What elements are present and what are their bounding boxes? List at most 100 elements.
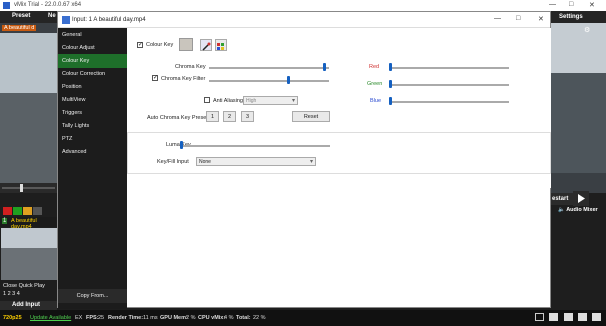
red-label: Red [369,64,380,70]
preset-3-button[interactable]: 3 [241,111,254,122]
anti-aliasing-checkbox[interactable] [204,97,210,103]
input-thumbnail[interactable] [1,228,57,280]
maximize-icon[interactable]: □ [569,1,573,8]
cpu-vmix-label: CPU vMix: [198,315,226,321]
chroma-key-filter-slider[interactable] [209,80,329,82]
preset-button[interactable]: Preset [12,13,30,19]
key-fill-label: Key/Fill Input [157,159,189,165]
colour-chip-grey[interactable] [33,207,42,215]
copy-from-button[interactable]: Copy From... [58,289,127,303]
sidebar-item-multiview[interactable]: MultiView [58,93,127,107]
colour-picker-icon[interactable] [215,39,227,51]
chroma-key-thumb[interactable] [323,63,326,71]
preview-label: A beautiful d [2,25,37,31]
sidebar-item-general[interactable]: General [58,28,127,42]
app-title: vMix Trial - 22.0.0.67 x64 [14,2,82,8]
grid-icon[interactable] [564,313,573,321]
resolution-label: 720p25 [3,315,22,321]
render-time-value: 11 ms [143,315,158,321]
green-slider[interactable] [389,84,509,86]
gear-icon[interactable]: ⚙ [584,26,592,34]
new-button[interactable]: Ne [48,13,56,19]
stream-icon[interactable] [592,313,601,321]
colour-chip-orange[interactable] [23,207,32,215]
dialog-sidebar: General Colour Adjust Colour Key Colour … [58,28,127,309]
preview-right[interactable]: ⚙ [551,23,606,193]
layout-icon[interactable] [578,313,587,321]
dialog-title: Input: 1 A beautiful day.mp4 [72,17,146,23]
record-icon[interactable] [549,313,558,321]
eyedropper-icon[interactable] [200,39,212,51]
quick-numbers[interactable]: 1 2 3 4 [3,291,20,297]
anti-aliasing-dropdown[interactable]: High [243,96,298,105]
dialog-minimize-icon[interactable]: — [494,15,501,22]
anti-aliasing-label: Anti Aliasing [213,98,243,104]
fps-value: 25 [98,315,105,321]
dialog-titlebar: Input: 1 A beautiful day.mp4 — □ ✕ [58,12,550,28]
red-thumb[interactable] [389,63,392,71]
gpu-mem-label: GPU Mem: [160,315,188,321]
play-icon [578,194,585,203]
total-label: Total: [236,315,251,321]
sidebar-item-ptz[interactable]: PTZ [58,132,127,146]
vmix-logo-icon [3,2,10,9]
play-button[interactable] [573,191,589,206]
colour-key-checkbox[interactable] [137,41,143,48]
speaker-icon: 🔈 [558,207,565,213]
colour-chip-red[interactable] [3,207,12,215]
presets-label: Auto Chroma Key Presets [147,115,211,121]
chroma-key-filter-label: Chroma Key Filter [161,76,206,82]
monitor-status-icon[interactable] [535,313,544,321]
minimize-icon[interactable]: — [549,1,556,8]
dialog-maximize-icon[interactable]: □ [516,15,520,22]
red-slider[interactable] [389,67,509,69]
sidebar-item-position[interactable]: Position [58,80,127,94]
reset-button[interactable]: Reset [292,111,330,122]
render-time-label: Render Time: [108,315,144,321]
dialog-app-icon [62,16,70,24]
input-settings-dialog: Input: 1 A beautiful day.mp4 — □ ✕ Gener… [57,11,551,309]
fps-label: FPS: [86,315,99,321]
chroma-key-filter-thumb[interactable] [287,76,290,84]
chroma-key-slider[interactable] [209,67,329,69]
sidebar-item-tally-lights[interactable]: Tally Lights [58,119,127,133]
sidebar-item-colour-key[interactable]: Colour Key [58,54,127,68]
key-fill-dropdown[interactable]: None [196,157,316,166]
timeline-slider[interactable] [0,183,57,193]
luma-key-panel: Luma Key Key/Fill Input None [127,132,551,174]
preview-left[interactable]: A beautiful d [0,23,57,193]
cpu-vmix-value: 4 % [224,315,234,321]
ex-label: EX [75,315,83,321]
close-quickplay-labels[interactable]: Close Quick Play [3,283,45,289]
luma-key-slider[interactable] [180,145,330,147]
blue-slider[interactable] [389,101,509,103]
preset-2-button[interactable]: 2 [223,111,236,122]
sidebar-item-colour-adjust[interactable]: Colour Adjust [58,41,127,55]
output-preview-image [551,23,606,173]
settings-button[interactable]: Settings [551,11,606,23]
blue-thumb[interactable] [389,97,392,105]
restart-button[interactable]: estart [551,193,573,205]
sidebar-item-colour-correction[interactable]: Colour Correction [58,67,127,81]
chroma-key-filter-checkbox[interactable] [152,74,158,81]
sidebar-item-advanced[interactable]: Advanced [58,145,127,159]
sidebar-item-triggers[interactable]: Triggers [58,106,127,120]
gpu-mem-value: 2 % [186,315,196,321]
colour-key-label: Colour Key [146,42,174,48]
input-row[interactable]: 1 A beautiful day.mp4 [0,217,57,230]
luma-key-thumb[interactable] [180,141,183,149]
dialog-close-icon[interactable]: ✕ [538,15,544,23]
close-icon[interactable]: ✕ [589,1,595,9]
colour-chip-green[interactable] [13,207,22,215]
preset-1-button[interactable]: 1 [206,111,219,122]
preview-image [0,33,57,193]
chroma-key-label: Chroma Key [175,64,206,70]
green-thumb[interactable] [389,80,392,88]
blue-label: Blue [370,98,382,104]
key-colour-swatch[interactable] [179,38,193,51]
app-titlebar: vMix Trial - 22.0.0.67 x64 — □ ✕ [0,0,606,11]
add-input-button[interactable]: Add Input [0,301,57,310]
update-link[interactable]: Update Available [30,315,71,321]
audio-mixer-button[interactable]: 🔈 Audio Mixer [558,207,598,213]
status-bar: 720p25 Update Available EX FPS: 25 Rende… [0,310,606,326]
